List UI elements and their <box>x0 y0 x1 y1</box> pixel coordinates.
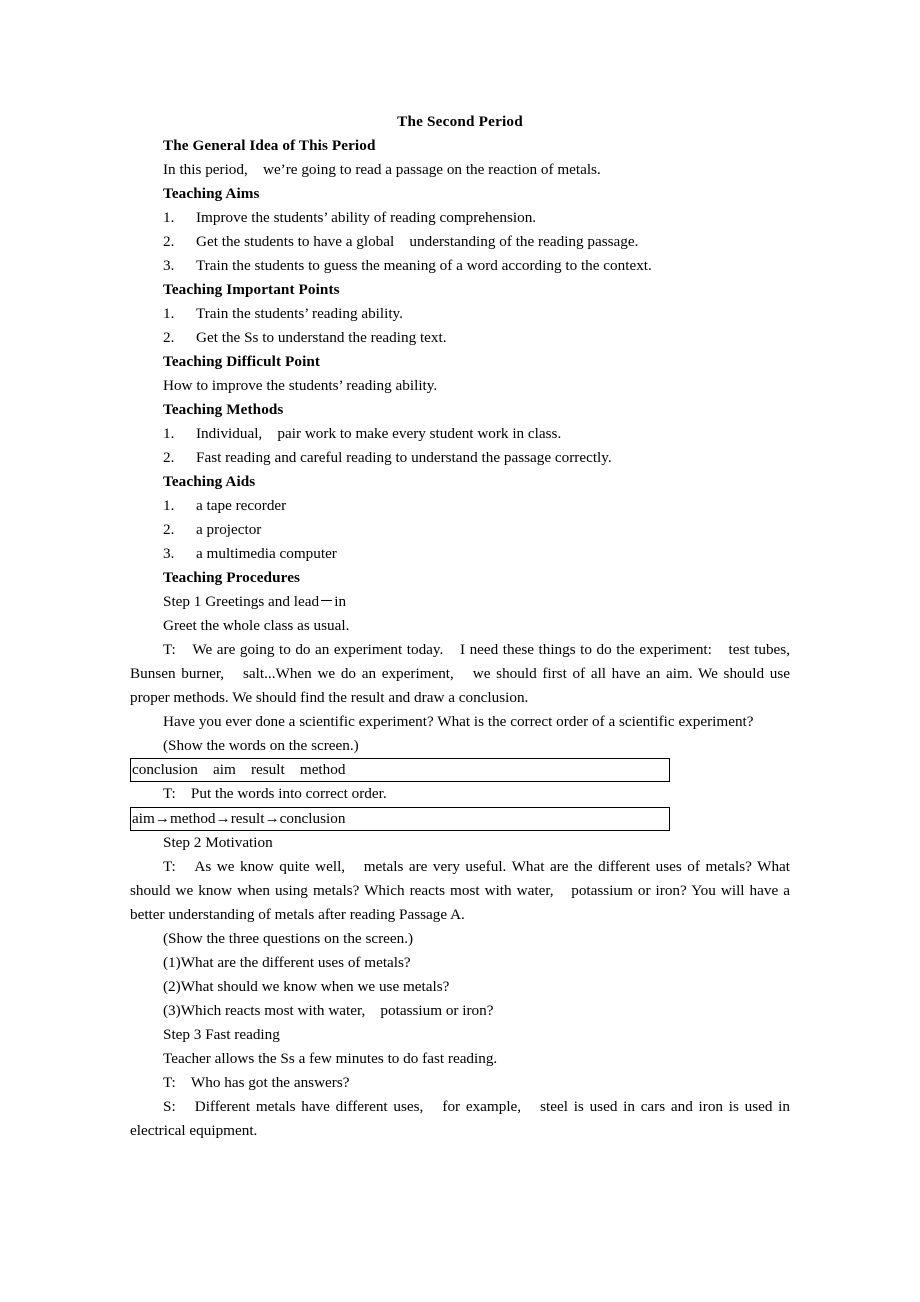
list-item: 1. Improve the students’ ability of read… <box>130 206 790 230</box>
heading-teaching-important-points: Teaching Important Points <box>163 281 340 298</box>
list-item-number: 2. <box>163 233 175 250</box>
list-item: 1. Train the students’ reading ability. <box>130 302 790 326</box>
page-title: The Second Period <box>397 113 523 130</box>
text-step1-greet: Greet the whole class as usual. <box>163 617 350 634</box>
text-step1-title: Step 1 Greetings and lead－in <box>163 593 347 610</box>
list-item-label: Train the students’ reading ability. <box>196 305 403 322</box>
list-item-label: Fast reading and careful reading to unde… <box>196 449 612 466</box>
list-item: 2. Get the students to have a global und… <box>130 230 790 254</box>
list-item-label: a tape recorder <box>196 497 287 514</box>
text-step3-title: Step 3 Fast reading <box>163 1026 280 1043</box>
paragraph-step1-teacher-2: Have you ever done a scientific experime… <box>163 713 754 730</box>
list-item-number: 1. <box>163 305 175 322</box>
answer-order-box: aim→method→result→conclusion <box>130 807 670 831</box>
paragraph-step1-teacher-1: T: We are going to do an experiment toda… <box>130 641 806 706</box>
list-item-number: 1. <box>163 425 175 442</box>
list-item-number: 2. <box>163 449 175 466</box>
list-item: 2. a projector <box>130 518 790 542</box>
list-item-label: Improve the students’ ability of reading… <box>196 209 537 226</box>
list-item: 2. Get the Ss to understand the reading … <box>130 326 790 350</box>
text-step3-teacher-question: T: Who has got the answers? <box>163 1074 350 1091</box>
heading-teaching-aims: Teaching Aims <box>163 185 260 202</box>
list-item-number: 1. <box>163 497 175 514</box>
text-step2-question-3: (3)Which reacts most with water, potassi… <box>163 1002 494 1019</box>
document-page: The Second Period The General Idea of Th… <box>0 0 920 1302</box>
paragraph-step3-student-answer: S: Different metals have different uses,… <box>130 1098 794 1139</box>
list-item: 1. a tape recorder <box>130 494 790 518</box>
list-item-number: 1. <box>163 209 175 226</box>
heading-teaching-aids: Teaching Aids <box>163 473 256 490</box>
list-item-label: a multimedia computer <box>196 545 337 562</box>
list-item-label: Get the Ss to understand the reading tex… <box>196 329 447 346</box>
list-item-label: Get the students to have a global unders… <box>196 233 639 250</box>
list-item-number: 2. <box>163 521 175 538</box>
list-item-number: 3. <box>163 545 175 562</box>
text-step3-teacher-allows: Teacher allows the Ss a few minutes to d… <box>163 1050 498 1067</box>
list-item-label: Individual, pair work to make every stud… <box>196 425 562 442</box>
list-item: 3. Train the students to guess the meani… <box>130 254 790 278</box>
text-step2-show-questions-cue: (Show the three questions on the screen.… <box>163 930 414 947</box>
words-box: conclusion aim result method <box>130 758 670 782</box>
heading-teaching-procedures: Teaching Procedures <box>163 569 301 586</box>
paragraph-step2-teacher: T: As we know quite well, metals are ver… <box>130 858 794 923</box>
list-item: 1. Individual, pair work to make every s… <box>130 422 790 446</box>
document-body: The Second Period The General Idea of Th… <box>130 110 790 1143</box>
heading-teaching-methods: Teaching Methods <box>163 401 284 418</box>
text-step1-teacher-3: T: Put the words into correct order. <box>163 785 387 802</box>
list-item-label: Train the students to guess the meaning … <box>196 257 652 274</box>
text-step2-title: Step 2 Motivation <box>163 834 273 851</box>
text-general-idea-body: In this period, we’re going to read a pa… <box>163 161 601 178</box>
text-step1-show-words-cue: (Show the words on the screen.) <box>163 737 359 754</box>
list-item-number: 3. <box>163 257 175 274</box>
heading-general-idea: The General Idea of This Period <box>163 137 376 154</box>
heading-teaching-difficult-point: Teaching Difficult Point <box>163 353 321 370</box>
text-step2-question-1: (1)What are the different uses of metals… <box>163 954 411 971</box>
text-step2-question-2: (2)What should we know when we use metal… <box>163 978 450 995</box>
list-item: 3. a multimedia computer <box>130 542 790 566</box>
text-teaching-difficult-point-body: How to improve the students’ reading abi… <box>163 377 438 394</box>
list-item-label: a projector <box>196 521 262 538</box>
list-item-number: 2. <box>163 329 175 346</box>
list-item: 2. Fast reading and careful reading to u… <box>130 446 790 470</box>
